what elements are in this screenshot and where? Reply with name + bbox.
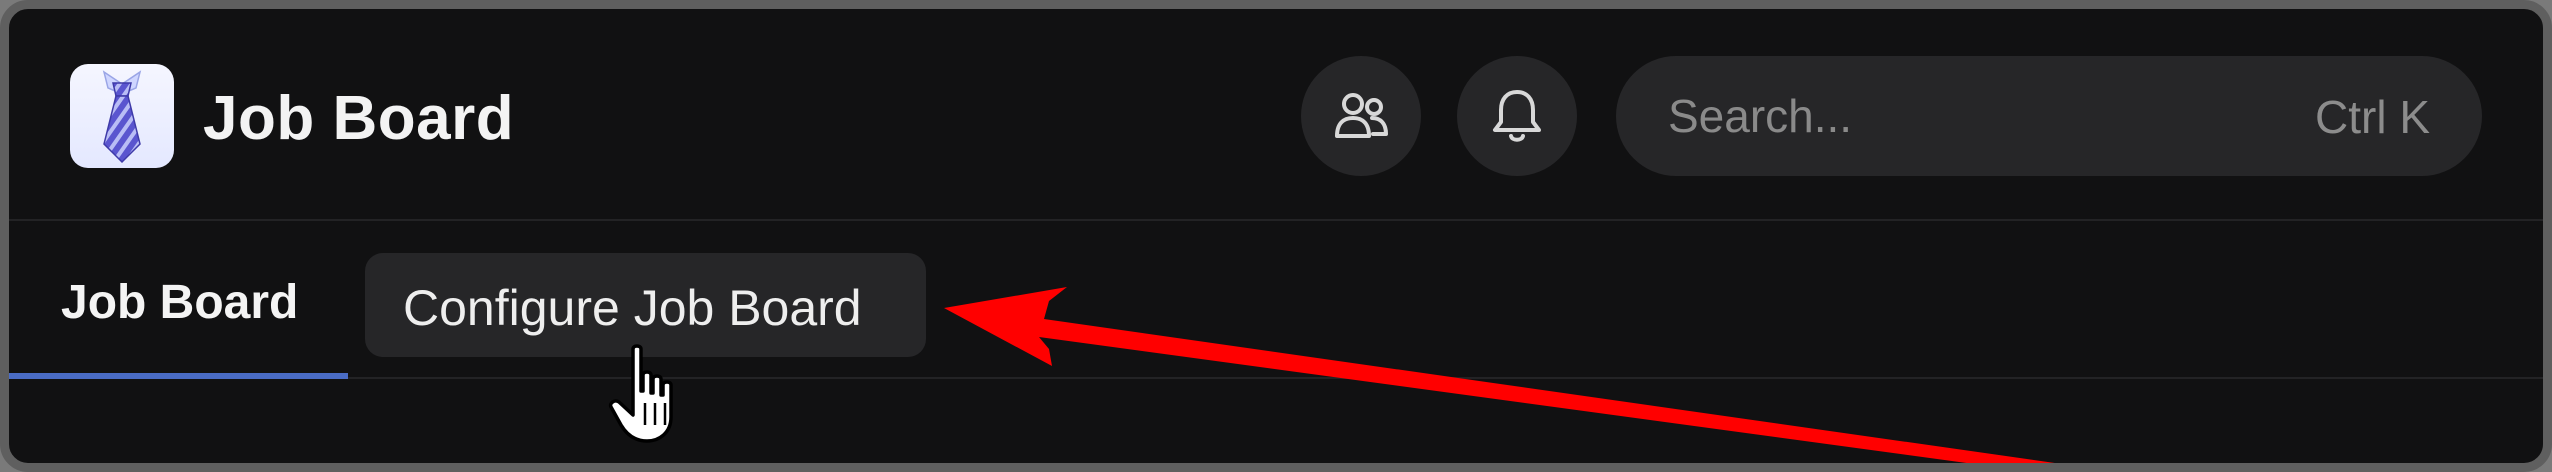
app-title: Job Board bbox=[203, 84, 515, 153]
search-bar[interactable]: Ctrl K bbox=[1616, 56, 2482, 176]
search-input[interactable] bbox=[1668, 84, 2268, 148]
search-shortcut-hint: Ctrl K bbox=[2315, 91, 2430, 143]
necktie-icon bbox=[102, 70, 142, 164]
tab-configure-job-board[interactable]: Configure Job Board bbox=[365, 253, 926, 357]
app-window: Job Board Ctrl K Job Board Conf bbox=[0, 0, 2552, 472]
notifications-button[interactable] bbox=[1457, 56, 1577, 176]
active-tab-indicator bbox=[9, 373, 348, 379]
tab-bar: Job Board Configure Job Board bbox=[9, 223, 2543, 379]
top-header: Job Board Ctrl K bbox=[9, 9, 2543, 221]
bell-icon bbox=[1493, 90, 1541, 142]
tab-label: Configure Job Board bbox=[403, 280, 862, 336]
tab-job-board[interactable]: Job Board bbox=[9, 223, 348, 379]
people-button[interactable] bbox=[1301, 56, 1421, 176]
people-icon bbox=[1335, 93, 1388, 138]
tab-label: Job Board bbox=[61, 276, 299, 329]
app-logo bbox=[70, 64, 174, 168]
